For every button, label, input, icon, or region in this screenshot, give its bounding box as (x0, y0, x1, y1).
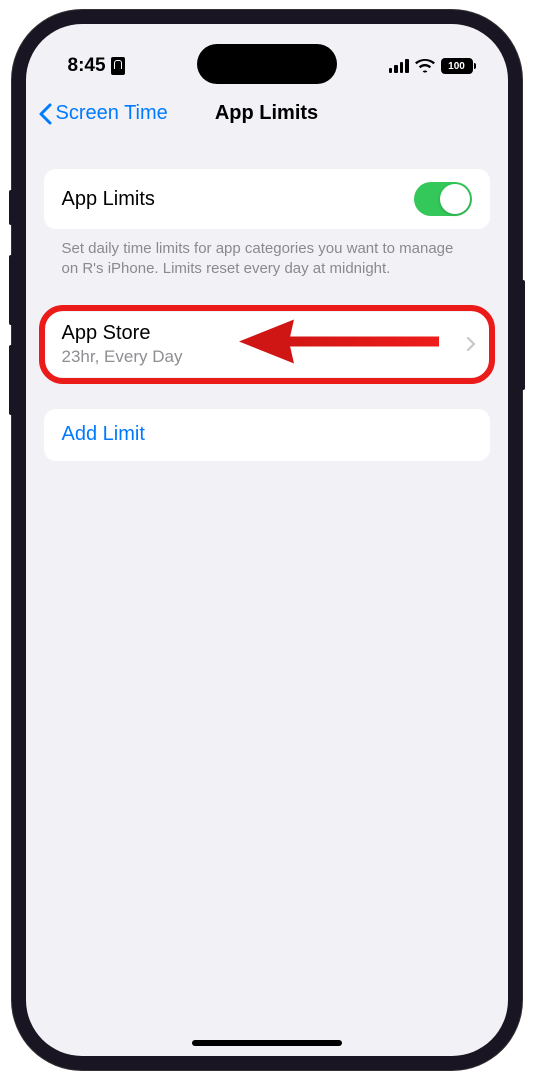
mute-switch (9, 190, 13, 225)
cellular-signal-icon (389, 59, 409, 73)
app-limits-toggle-cell[interactable]: App Limits (44, 169, 490, 229)
chevron-left-icon (38, 103, 52, 125)
app-limits-toggle-switch[interactable] (414, 182, 472, 216)
volume-up-button (9, 255, 13, 325)
navigation-bar: Screen Time App Limits (26, 84, 508, 139)
chevron-right-icon (466, 336, 476, 352)
limit-item-group: App Store 23hr, Every Day (44, 312, 490, 377)
home-indicator[interactable] (192, 1040, 342, 1046)
highlighted-limit-wrapper: App Store 23hr, Every Day (44, 312, 490, 377)
dynamic-island (197, 44, 337, 84)
limit-item-app-store[interactable]: App Store 23hr, Every Day (44, 312, 490, 377)
app-limits-description: Set daily time limits for app categories… (44, 229, 490, 280)
lock-icon (111, 57, 125, 75)
limit-item-subtitle: 23hr, Every Day (62, 347, 466, 367)
time-text: 8:45 (68, 55, 106, 77)
app-limits-toggle-label: App Limits (62, 188, 414, 211)
phone-frame: 8:45 100 Scree (12, 10, 522, 1070)
screen: 8:45 100 Scree (26, 24, 508, 1056)
add-limit-label: Add Limit (62, 423, 472, 446)
add-limit-button[interactable]: Add Limit (44, 409, 490, 461)
power-button (521, 280, 525, 390)
volume-down-button (9, 345, 13, 415)
app-limits-toggle-group: App Limits (44, 169, 490, 229)
back-label: Screen Time (56, 102, 168, 125)
add-limit-group: Add Limit (44, 409, 490, 461)
battery-level: 100 (441, 58, 473, 74)
limit-item-title: App Store (62, 322, 466, 345)
content-area: App Limits Set daily time limits for app… (26, 139, 508, 461)
page-title: App Limits (215, 102, 318, 125)
battery-icon: 100 (441, 58, 476, 74)
status-icons: 100 (389, 58, 476, 74)
wifi-icon (415, 59, 435, 73)
back-button[interactable]: Screen Time (38, 102, 168, 125)
status-time: 8:45 (68, 55, 125, 77)
